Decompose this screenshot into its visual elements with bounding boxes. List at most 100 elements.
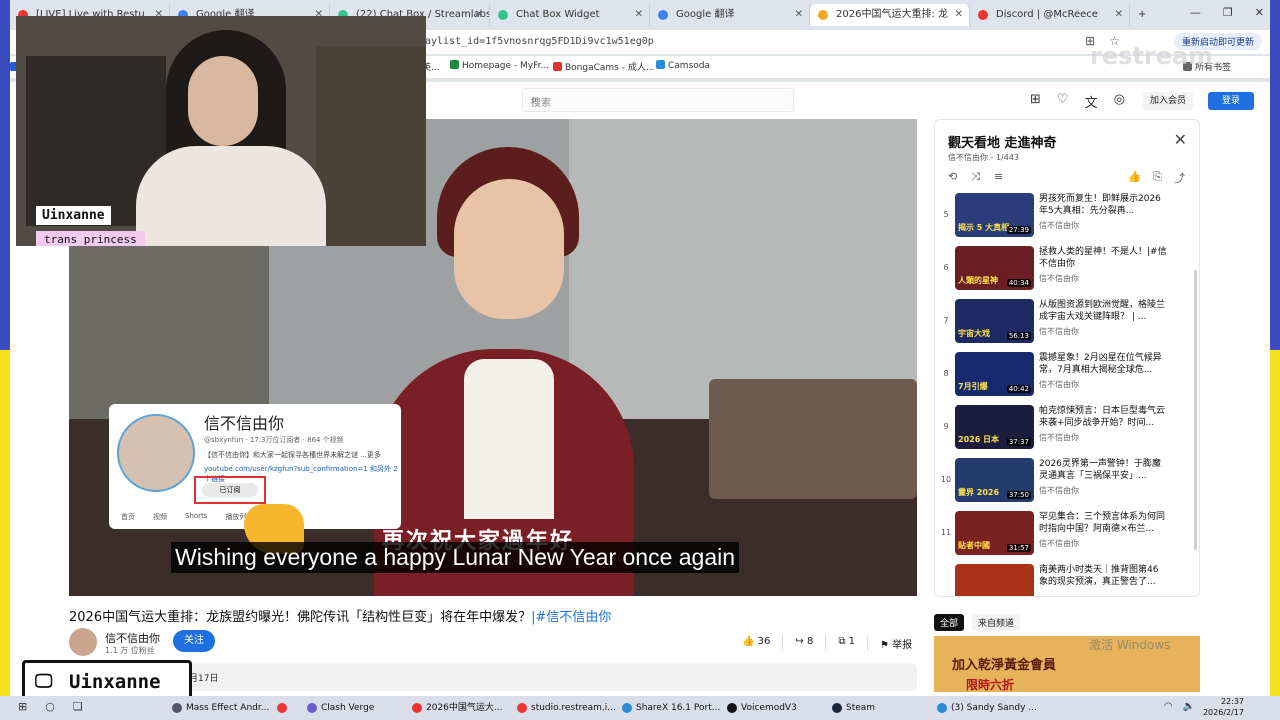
windows-icon[interactable]: ⊞: [18, 700, 27, 713]
volume-icon[interactable]: 🔈: [1183, 701, 1195, 712]
bookmark-icon[interactable]: ⎘: [1153, 170, 1162, 186]
search-icon[interactable]: ⌕: [531, 92, 787, 107]
playlist-item-title[interactable]: 帕克惊悚预言：日本巨型毒气云来袭+同步战争开始？时间...: [1039, 405, 1167, 429]
channel-name[interactable]: 信不信由你: [105, 630, 160, 646]
playlist-item-title[interactable]: 男孩死而复生！即鲜展示2026年5大真相：先分裂再...: [1039, 193, 1167, 217]
filter-chip[interactable]: 全部: [934, 614, 965, 631]
tab-title: Google 翻译: [676, 9, 735, 20]
url-text[interactable]: aylist_id=1f5vnosnrqg5FD1Di9vc1w51eg0p: [425, 36, 654, 47]
playlist-item[interactable]: 10 靈界 2026 37:50 2026灵界第一声警钟！于膨魔灵通真言「三祸保平安」…: [935, 455, 1195, 508]
header-icons: ⊞ ♡ 文 ◎: [1030, 92, 1125, 111]
sort-icon[interactable]: ≡: [994, 170, 1003, 184]
playlist-item-title[interactable]: 罕见集合：三个预言体系为何同时指向中国？阿南德×布兰...: [1039, 511, 1167, 535]
channel-subscribers: 1.1 万 位粉丝: [105, 646, 155, 655]
report-button[interactable]: ⚑ 举报: [868, 636, 924, 651]
streamer-face: [188, 56, 258, 146]
bookmark-item[interactable]: Camsoda: [656, 60, 710, 71]
webcam-clutter: [316, 46, 426, 246]
playlist-item[interactable]: 7 宇宙大戏 56:13 从版图资源到欧洲觉醒，格陵兰成宇宙大戏关键阵眼？ | ...…: [935, 296, 1195, 349]
shuffle-icon[interactable]: ⤨: [971, 170, 980, 184]
playlist-list: 5 揭示 5 大真相 27:39 男孩死而复生！即鲜展示2026年5大真相：先分裂再.…: [935, 190, 1195, 596]
playlist-item[interactable]: 南美两小时类天｜推背图第46象的现实预演，真正警告了...: [935, 561, 1195, 596]
loop-icon[interactable]: ⟲: [948, 170, 957, 184]
share-count: 8: [806, 636, 814, 647]
login-button[interactable]: 登录: [1208, 92, 1254, 110]
close-icon[interactable]: ✕: [1174, 130, 1187, 149]
like-icon[interactable]: 👍: [1127, 170, 1141, 186]
share-button[interactable]: ↪ 8: [783, 636, 827, 651]
bookmark-item[interactable]: BongaCams - 成人...: [553, 60, 654, 73]
playlist-thumbnail[interactable]: 揭示 5 大真相 27:39: [955, 193, 1034, 237]
taskbar-app[interactable]: Mass Effect Andr...: [170, 699, 275, 717]
playlist-scrollbar[interactable]: [1194, 270, 1197, 550]
search-box[interactable]: 搜索 ⌕: [522, 88, 794, 112]
maximize-icon[interactable]: ❐: [1223, 6, 1233, 19]
new-tab-button[interactable]: +: [1130, 4, 1160, 26]
playlist-item-channel: 信不信由你: [1039, 380, 1079, 389]
close-icon[interactable]: ✕: [1255, 6, 1264, 19]
app-icon: [172, 703, 182, 713]
playlist-item-title[interactable]: 拯救人类的星神！不是人！|#信不信由你: [1039, 246, 1167, 270]
playlist-thumbnail[interactable]: 宇宙大戏 56:13: [955, 299, 1034, 343]
playlist-thumbnail[interactable]: 2026 日本 37:37: [955, 405, 1034, 449]
playlist-item-title[interactable]: 2026灵界第一声警钟！于膨魔灵通真言「三祸保平安」...: [1039, 458, 1167, 482]
playlist-item-channel: 信不信由你: [1039, 539, 1079, 548]
video-hashtag[interactable]: |#信不信由你: [531, 610, 611, 625]
browser-tab[interactable]: 2026中国气运大重排: 龙 ✕: [810, 4, 970, 26]
wifi-icon[interactable]: ◠: [1164, 701, 1173, 712]
join-member-button[interactable]: 加入会员: [1143, 92, 1193, 110]
minimize-icon[interactable]: —: [1190, 6, 1201, 19]
bookmark-item[interactable]: Homepage - MyFr...: [450, 60, 549, 71]
playlist-thumbnail[interactable]: 貼者中國 31:57: [955, 511, 1034, 555]
close-icon[interactable]: ✕: [635, 4, 643, 26]
palette-icon[interactable]: ◎: [1114, 92, 1125, 111]
playlist-thumbnail[interactable]: 靈界 2026 37:50: [955, 458, 1034, 502]
browser-tab[interactable]: Chat Box Widget ✕: [490, 4, 650, 26]
playlist-item-title[interactable]: 从版图资源到欧洲觉醒，格陵兰成宇宙大戏关键阵眼？ | ...: [1039, 299, 1167, 323]
playlist-thumbnail[interactable]: 7月引爆 40:42: [955, 352, 1034, 396]
close-icon[interactable]: ✕: [795, 4, 803, 26]
taskbar-app[interactable]: ShareX 16.1 Port...: [620, 699, 725, 717]
channel-avatar[interactable]: [69, 628, 97, 656]
playlist-panel: 觀天看地 走進神奇 信不信由你 - 1/443 ✕ ⟲ ⤨ ≡ 👍 ⎘ ⤴ 5揭…: [934, 119, 1200, 597]
card-subscribed-button: 已订阅: [202, 483, 258, 497]
playlist-item[interactable]: 8 7月引爆 40:42 震撼星象！2月凶星在位气候异常，7月真相大揭秘全球危... 信…: [935, 349, 1195, 402]
playlist-thumbnail[interactable]: 人類的星神 40:34: [955, 246, 1034, 290]
description-box[interactable]: 月17日: [69, 663, 917, 691]
add-icon[interactable]: ⊞: [1030, 92, 1041, 111]
taskbar-app[interactable]: [275, 699, 305, 717]
playlist-item[interactable]: 5 揭示 5 大真相 27:39 男孩死而复生！即鲜展示2026年5大真相：先分裂再.…: [935, 190, 1195, 243]
close-icon[interactable]: ✕: [1115, 4, 1123, 26]
share-icon[interactable]: ⤴: [1174, 170, 1185, 186]
playlist-item-title[interactable]: 震撼星象！2月凶星在位气候异常，7月真相大揭秘全球危...: [1039, 352, 1167, 376]
save-button[interactable]: ⧉ 1: [826, 636, 869, 651]
playlist-item[interactable]: 9 2026 日本 37:37 帕克惊悚预言：日本巨型毒气云来袭+同步战争开始？时间.…: [935, 402, 1195, 455]
taskbar-app[interactable]: 2026中国气运大...: [410, 699, 515, 717]
browser-tab[interactable]: Discord | @McReece ✕: [970, 4, 1130, 26]
taskbar-clock[interactable]: 22:37 2026/2/17: [1203, 696, 1244, 718]
playlist-item[interactable]: 11 貼者中國 31:57 罕见集合：三个预言体系为何同时指向中国？阿南德×布兰...…: [935, 508, 1195, 561]
taskbar-app[interactable]: VoicemodV3: [725, 699, 830, 717]
playlist-item[interactable]: 6 人類的星神 40:34 拯救人类的星神！不是人！|#信不信由你 信不信由你: [935, 243, 1195, 296]
task-view-icon[interactable]: ❏: [73, 700, 83, 713]
save-icon: ⧉: [838, 636, 849, 647]
browser-tab[interactable]: Google 翻译 ✕: [650, 4, 810, 26]
bookmark-label: BongaCams - 成人...: [565, 63, 655, 73]
translate-icon[interactable]: 文: [1085, 92, 1098, 111]
ad-line-1: 加入乾淨黃金會員: [952, 658, 1057, 673]
playlist-thumbnail[interactable]: [955, 564, 1034, 596]
playlist-item-title[interactable]: 南美两小时类天｜推背图第46象的现实预演，真正警告了...: [1039, 564, 1167, 588]
filter-chip[interactable]: 来自频道: [972, 614, 1021, 631]
close-icon[interactable]: ✕: [955, 4, 963, 26]
heart-icon[interactable]: ♡: [1057, 92, 1069, 111]
like-icon: 👍: [742, 636, 758, 647]
close-icon[interactable]: ✕: [475, 4, 483, 26]
taskbar-app[interactable]: Clash Verge: [305, 699, 410, 717]
taskbar-app[interactable]: studio.restream.i...: [515, 699, 620, 717]
taskbar-app[interactable]: Steam: [830, 699, 935, 717]
follow-button[interactable]: 关注: [173, 630, 215, 652]
like-button[interactable]: 👍 36: [730, 636, 784, 651]
taskbar-app[interactable]: (3) Sandy Sandy ...: [935, 699, 1040, 717]
search-icon[interactable]: ○: [45, 700, 55, 713]
ad-banner[interactable]: 加入乾淨黃金會員 限時六折 激活 Windows: [934, 636, 1200, 692]
